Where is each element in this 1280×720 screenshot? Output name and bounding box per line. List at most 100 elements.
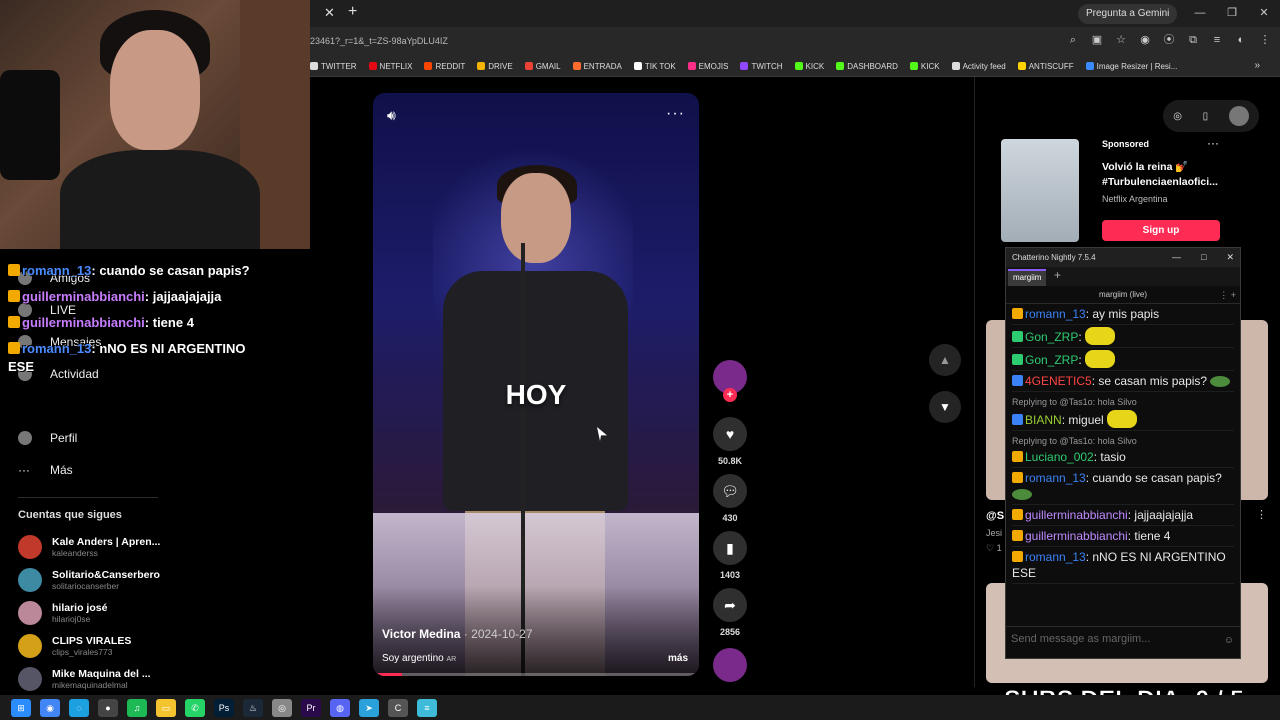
following-title: Cuentas que sigues <box>18 509 122 521</box>
ccleaner-icon[interactable]: C <box>388 698 408 717</box>
telegram-icon[interactable]: ➤ <box>359 698 379 717</box>
bookmark-item[interactable]: KICK <box>794 62 824 71</box>
volume-icon[interactable]: 🔊︎ <box>387 107 396 124</box>
user-avatar[interactable] <box>1228 106 1249 126</box>
notepad-icon[interactable]: ≡ <box>417 698 437 717</box>
sponsored-label: Sponsored <box>1102 139 1150 149</box>
ad-signup-button[interactable]: Sign up <box>1102 220 1220 241</box>
more-link[interactable]: más <box>668 653 688 664</box>
explorer-icon[interactable]: ▭ <box>156 698 176 717</box>
video-more-icon[interactable]: ··· <box>666 105 685 123</box>
zoom-icon[interactable]: ⌕ <box>1066 33 1080 47</box>
chat-message: romann_13: cuando se casan papis? <box>1012 468 1234 505</box>
video-player[interactable]: HOY 🔊︎ ··· Victor Medina · 2024-10-27 So… <box>373 93 699 676</box>
bookmark-item[interactable]: DASHBOARD <box>836 62 898 71</box>
suggested-video-author[interactable]: @S <box>986 510 1004 522</box>
video-caption: Soy argentino AR <box>382 653 457 664</box>
maximize-icon[interactable]: □ <box>1201 248 1206 267</box>
premiere-icon[interactable]: Pr <box>301 698 321 717</box>
url-field[interactable]: 23461?_r=1&_t=ZS-98aYpDLU4IZ <box>310 36 448 46</box>
bookmark-item[interactable]: Activity feed <box>951 62 1006 71</box>
extension-icon[interactable]: ◉ <box>1138 33 1152 47</box>
profile-icon[interactable]: ◐ <box>1234 33 1248 47</box>
taskbar: ⊞ ◉ ◌ ● ♫ ▭ ✆ Ps ♨ ◎ Pr ◍ ➤ C ≡ <box>0 695 1280 720</box>
ad-title[interactable]: Volvió la reina 💅 #Turbulenciaenlaofici.… <box>1102 160 1222 190</box>
gemini-button[interactable]: Pregunta a Gemini <box>1078 4 1178 24</box>
bookmark-item[interactable]: TWITTER <box>310 62 357 71</box>
chatterino-titlebar: Chatterino Nightly 7.5.4 — □ ✕ <box>1006 248 1240 267</box>
chrome-icon[interactable]: ◉ <box>40 698 60 717</box>
new-tab-icon[interactable]: + <box>348 3 357 21</box>
add-tab-icon[interactable]: + <box>1054 268 1061 282</box>
close-icon[interactable]: ✕ <box>1248 0 1280 27</box>
phone-icon[interactable]: ▯ <box>1203 111 1209 122</box>
bookmark-star-icon[interactable]: ☆ <box>1114 33 1128 47</box>
avatar <box>18 568 42 592</box>
bookmark-favicon-icon <box>951 62 960 70</box>
steam-icon[interactable]: ♨ <box>243 698 263 717</box>
next-video-icon[interactable]: ▼ <box>929 391 961 423</box>
whatsapp-icon[interactable]: ✆ <box>185 698 205 717</box>
follow-plus-icon[interactable]: + <box>723 388 737 402</box>
channel-menu-icon[interactable]: ⋮ <box>1219 290 1228 300</box>
chat-input[interactable]: Send message as margiim... ☺ <box>1006 626 1240 656</box>
minion-emote-icon <box>1085 350 1116 368</box>
split-add-icon[interactable]: + <box>1231 290 1236 300</box>
save-button[interactable]: ▮ 1403 <box>713 531 747 580</box>
suggested-video-name: Jesi <box>986 528 1003 538</box>
following-item[interactable]: Solitario&Canserbero solitariocanserber <box>18 568 160 592</box>
close-icon[interactable]: ✕ <box>1226 248 1234 267</box>
share-button[interactable]: ➦ 2856 <box>713 588 747 637</box>
bookmark-item[interactable]: NETFLIX <box>368 62 412 71</box>
puzzle-icon[interactable]: ⧉ <box>1186 33 1200 47</box>
bookmark-item[interactable]: KICK <box>909 62 940 71</box>
edge-icon[interactable]: ◌ <box>69 698 89 717</box>
following-item[interactable]: hilario josé hilarioj0se <box>18 601 107 625</box>
discord-icon[interactable]: ◍ <box>330 698 350 717</box>
bookmark-item[interactable]: EMOJIS <box>687 62 728 71</box>
spotify-icon[interactable]: ♫ <box>127 698 147 717</box>
following-item[interactable]: Kale Anders | Apren... kaleanderss <box>18 535 160 559</box>
photoshop-icon[interactable]: Ps <box>214 698 234 717</box>
like-button[interactable]: ♥ 50.8K <box>713 417 747 466</box>
bookmark-item[interactable]: DRIVE <box>477 62 513 71</box>
minimize-icon[interactable]: — <box>1172 248 1181 267</box>
bookmark-item[interactable]: Image Resizer | Resi... <box>1085 62 1177 71</box>
tab-close-icon[interactable]: ✕ <box>324 5 335 21</box>
cast-icon[interactable]: ▣ <box>1090 33 1104 47</box>
emoji-picker-icon[interactable]: ☺ <box>1224 635 1234 646</box>
bookmark-item[interactable]: ANTISCUFF <box>1017 62 1074 71</box>
bookmarks-overflow-icon[interactable]: » <box>1254 60 1260 71</box>
chromium-icon[interactable]: ◎ <box>272 698 292 717</box>
video-author[interactable]: Victor Medina · 2024-10-27 <box>382 627 533 641</box>
coin-icon[interactable]: ◎ <box>1173 111 1182 122</box>
tab-margiim[interactable]: margiim <box>1008 269 1047 286</box>
bookmark-item[interactable]: REDDIT <box>424 62 465 71</box>
suggested-more-icon[interactable]: ⋮ <box>1256 508 1267 521</box>
media-icon[interactable]: ≡ <box>1210 33 1224 47</box>
audio-icon[interactable]: ⦿ <box>1162 33 1176 47</box>
following-item[interactable]: Mike Maquina del ... mikemaquinadelmal <box>18 667 151 691</box>
bookmark-item[interactable]: TWITCH <box>740 62 783 71</box>
obs-icon[interactable]: ● <box>98 698 118 717</box>
chat-message: Replying to @Tas1o: hola Silvo Luciano_00… <box>1012 431 1234 468</box>
nav-profile[interactable]: Perfil <box>18 431 77 445</box>
bookmark-item[interactable]: GMAIL <box>524 62 561 71</box>
windows-start-icon[interactable]: ⊞ <box>11 698 31 717</box>
prev-video-icon[interactable]: ▲ <box>929 344 961 376</box>
bookmark-item[interactable]: TIK TOK <box>633 62 676 71</box>
ad-thumbnail[interactable] <box>1001 139 1079 242</box>
share-icon: ➦ <box>713 588 747 622</box>
bookmark-item[interactable]: ENTRADA <box>572 62 622 71</box>
following-item[interactable]: CLIPS VIRALES clips_virales773 <box>18 634 131 658</box>
video-progress[interactable] <box>373 673 699 676</box>
minimize-icon[interactable]: — <box>1184 0 1216 27</box>
ad-more-icon[interactable]: ··· <box>1207 136 1219 150</box>
nav-more[interactable]: ··· Más <box>18 463 73 477</box>
address-bar-icons: ⌕ ▣ ☆ ◉ ⦿ ⧉ ≡ ◐ ⋮ <box>1066 33 1272 47</box>
window-controls: — ❐ ✕ <box>1184 0 1280 27</box>
maximize-icon[interactable]: ❐ <box>1216 0 1248 27</box>
menu-icon[interactable]: ⋮ <box>1258 33 1272 47</box>
sound-avatar[interactable] <box>713 648 747 682</box>
comment-button[interactable]: 💬︎ 430 <box>713 474 747 523</box>
